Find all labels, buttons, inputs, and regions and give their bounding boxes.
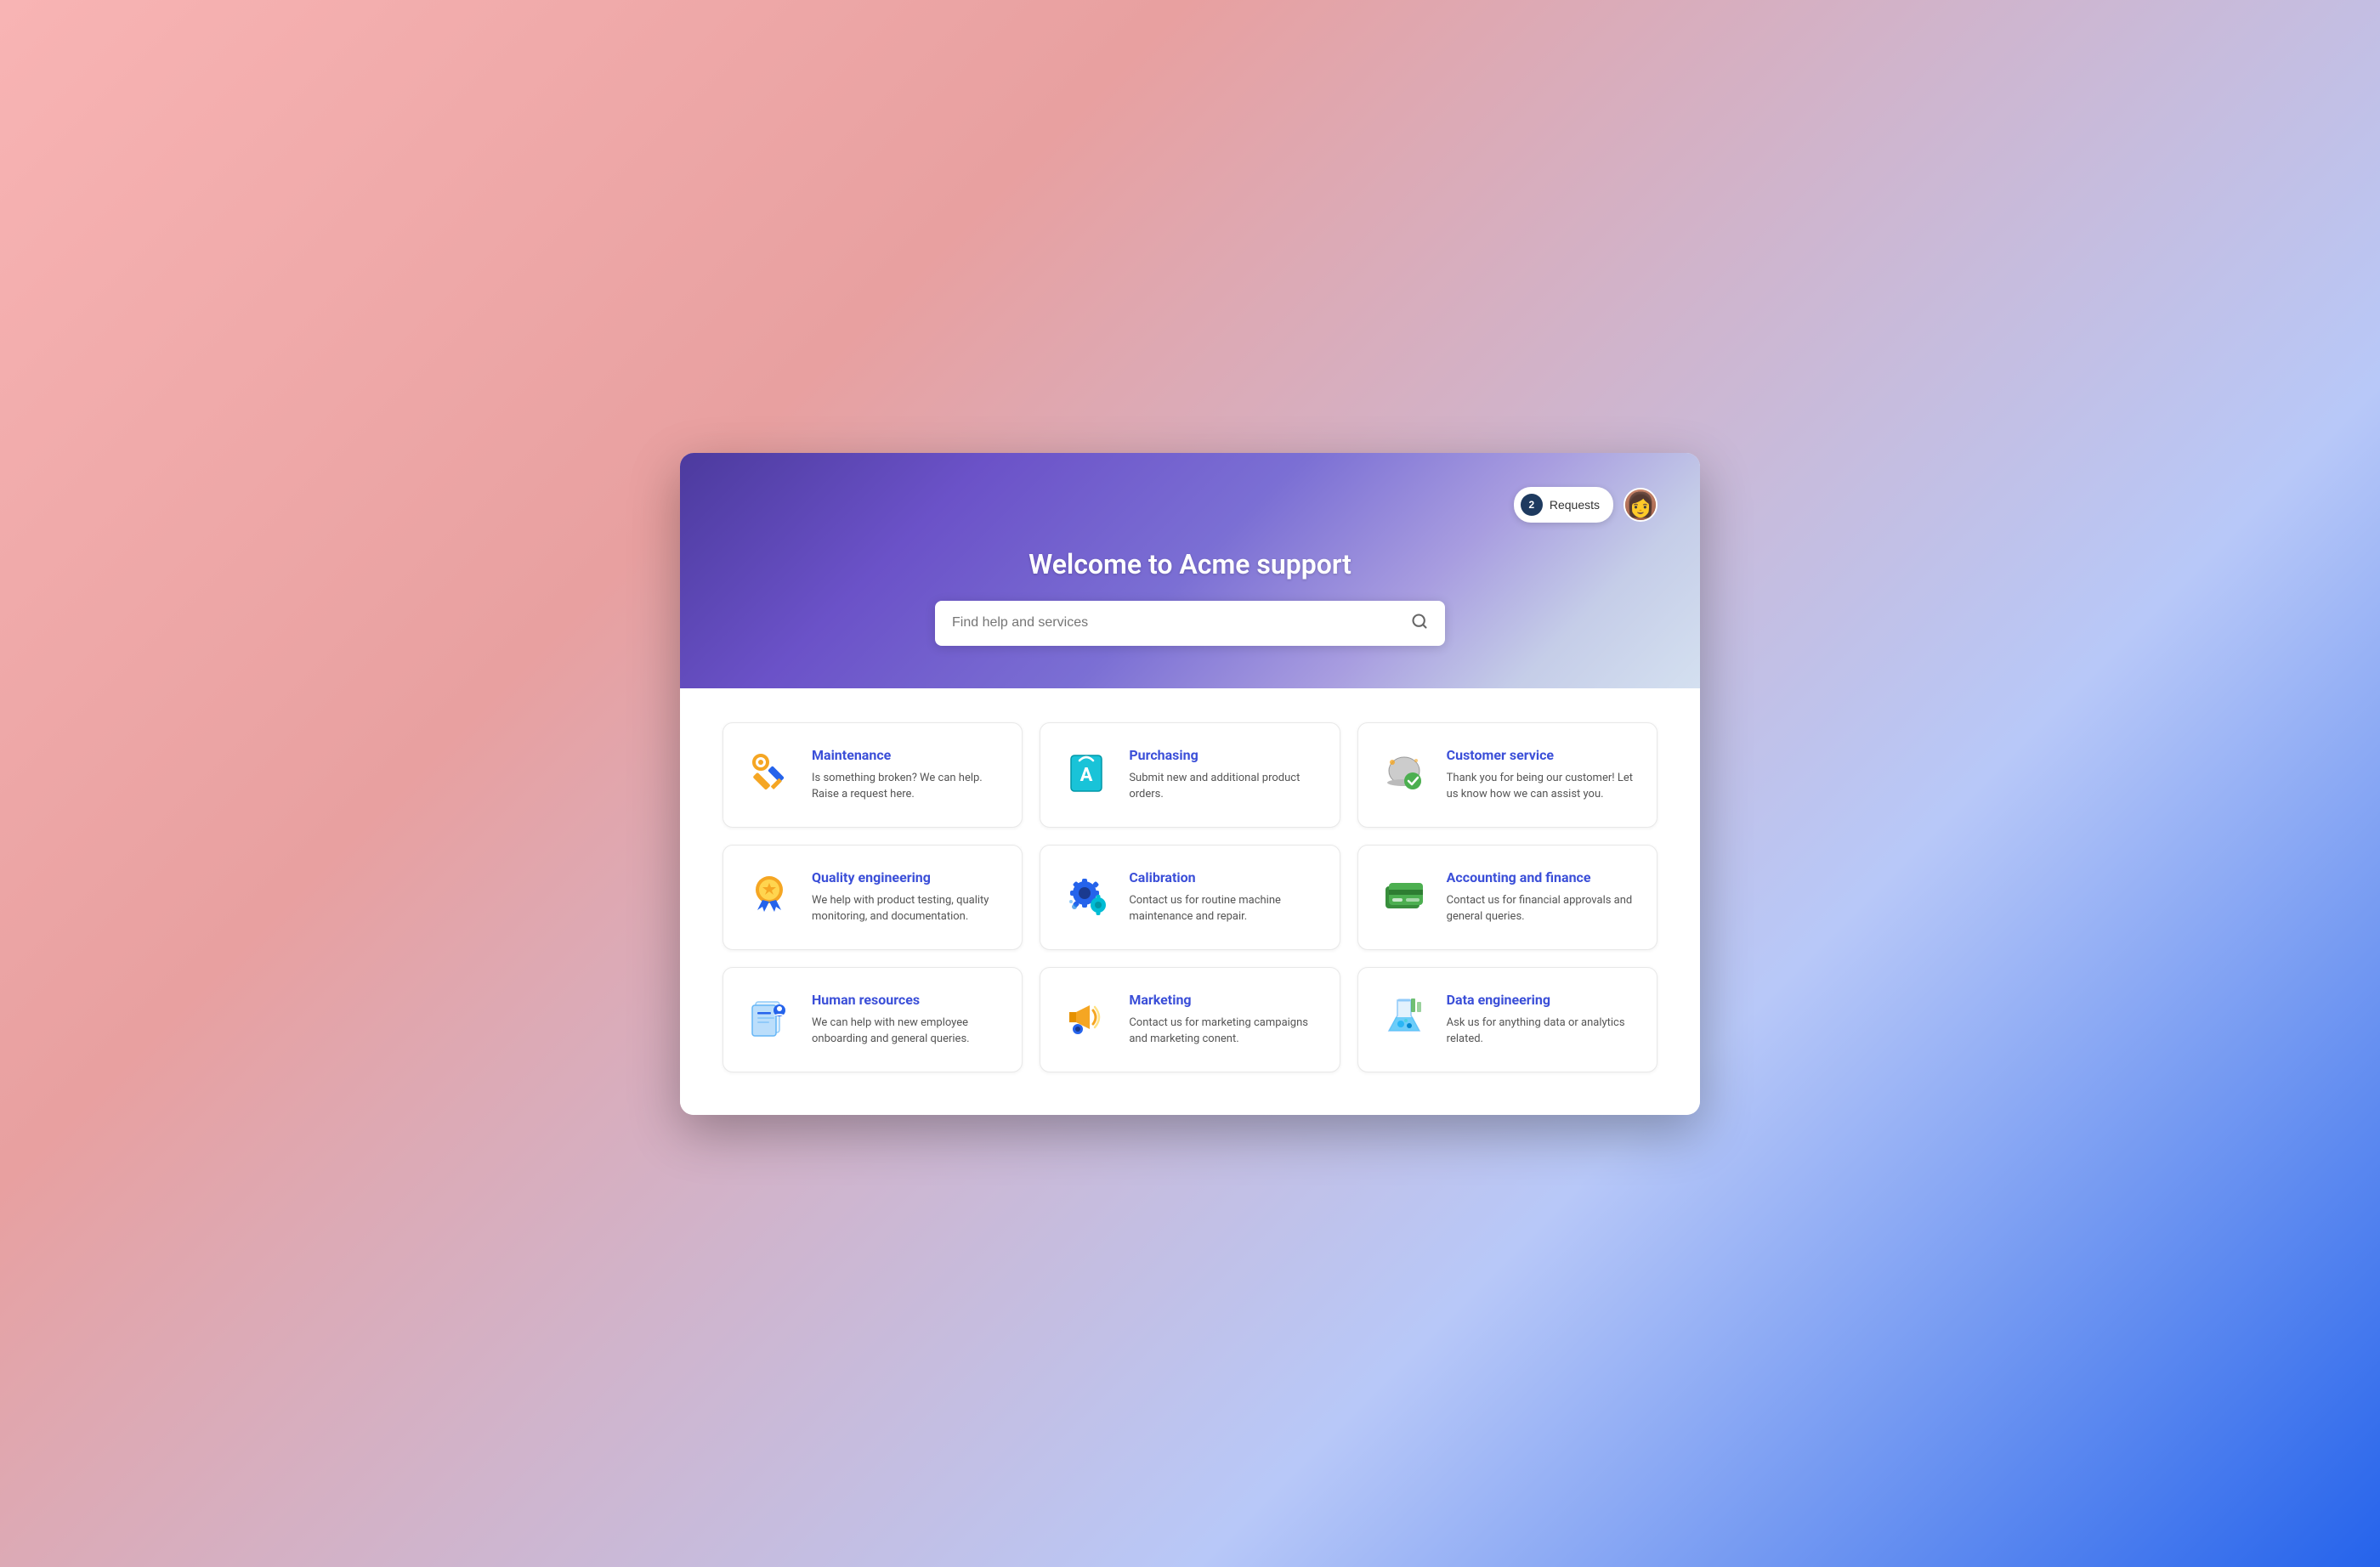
purchasing-content: Purchasing Submit new and additional pro…: [1129, 747, 1318, 803]
cards-grid: Maintenance Is something broken? We can …: [722, 722, 1658, 1072]
marketing-content: Marketing Contact us for marketing campa…: [1129, 992, 1318, 1048]
card-maintenance[interactable]: Maintenance Is something broken? We can …: [722, 722, 1023, 828]
purchasing-title: Purchasing: [1129, 747, 1318, 763]
marketing-description: Contact us for marketing campaigns and m…: [1129, 1015, 1318, 1048]
maintenance-content: Maintenance Is something broken? We can …: [812, 747, 1001, 803]
search-input[interactable]: [952, 615, 1411, 631]
svg-text:A: A: [1080, 765, 1093, 786]
quality-engineering-content: Quality engineering We help with product…: [812, 869, 1001, 925]
customer-service-title: Customer service: [1447, 747, 1636, 763]
requests-label: Requests: [1550, 498, 1600, 512]
card-calibration[interactable]: Calibration Contact us for routine machi…: [1040, 845, 1340, 950]
customer-service-description: Thank you for being our customer! Let us…: [1447, 770, 1636, 803]
avatar[interactable]: [1624, 488, 1658, 522]
calibration-icon: [1061, 869, 1112, 920]
data-engineering-content: Data engineering Ask us for anything dat…: [1447, 992, 1636, 1048]
customer-service-icon: [1379, 747, 1430, 798]
card-data-engineering[interactable]: Data engineering Ask us for anything dat…: [1357, 967, 1658, 1072]
card-human-resources[interactable]: Human resources We can help with new emp…: [722, 967, 1023, 1072]
avatar-face: [1625, 489, 1656, 520]
purchasing-icon: A: [1061, 747, 1112, 798]
data-engineering-description: Ask us for anything data or analytics re…: [1447, 1015, 1636, 1048]
customer-service-content: Customer service Thank you for being our…: [1447, 747, 1636, 803]
card-purchasing[interactable]: A Purchasing Submit new and additional p…: [1040, 722, 1340, 828]
accounting-icon: [1379, 869, 1430, 920]
hr-description: We can help with new employee onboarding…: [812, 1015, 1001, 1048]
card-accounting-finance[interactable]: Accounting and finance Contact us for fi…: [1357, 845, 1658, 950]
data-engineering-title: Data engineering: [1447, 992, 1636, 1008]
search-bar: [935, 601, 1445, 646]
card-marketing[interactable]: Marketing Contact us for marketing campa…: [1040, 967, 1340, 1072]
requests-badge: 2: [1521, 494, 1543, 516]
requests-button[interactable]: 2 Requests: [1514, 487, 1613, 523]
app-window: 2 Requests Welcome to Acme support: [680, 453, 1700, 1115]
calibration-content: Calibration Contact us for routine machi…: [1129, 869, 1318, 925]
marketing-title: Marketing: [1129, 992, 1318, 1008]
maintenance-title: Maintenance: [812, 747, 1001, 763]
accounting-title: Accounting and finance: [1447, 869, 1636, 885]
accounting-content: Accounting and finance Contact us for fi…: [1447, 869, 1636, 925]
marketing-icon: [1061, 992, 1112, 1043]
page-title: Welcome to Acme support: [722, 548, 1658, 580]
header-top: 2 Requests: [722, 487, 1658, 523]
hr-icon: [744, 992, 795, 1043]
maintenance-description: Is something broken? We can help. Raise …: [812, 770, 1001, 803]
accounting-description: Contact us for financial approvals and g…: [1447, 892, 1636, 925]
calibration-description: Contact us for routine machine maintenan…: [1129, 892, 1318, 925]
card-quality-engineering[interactable]: Quality engineering We help with product…: [722, 845, 1023, 950]
quality-engineering-icon: [744, 869, 795, 920]
maintenance-icon: [744, 747, 795, 798]
search-container: [722, 601, 1658, 646]
quality-engineering-title: Quality engineering: [812, 869, 1001, 885]
hr-content: Human resources We can help with new emp…: [812, 992, 1001, 1048]
quality-engineering-description: We help with product testing, quality mo…: [812, 892, 1001, 925]
search-icon[interactable]: [1411, 613, 1428, 634]
calibration-title: Calibration: [1129, 869, 1318, 885]
hr-title: Human resources: [812, 992, 1001, 1008]
data-engineering-icon: [1379, 992, 1430, 1043]
main-content: Maintenance Is something broken? We can …: [680, 688, 1700, 1115]
header: 2 Requests Welcome to Acme support: [680, 453, 1700, 688]
card-customer-service[interactable]: Customer service Thank you for being our…: [1357, 722, 1658, 828]
purchasing-description: Submit new and additional product orders…: [1129, 770, 1318, 803]
